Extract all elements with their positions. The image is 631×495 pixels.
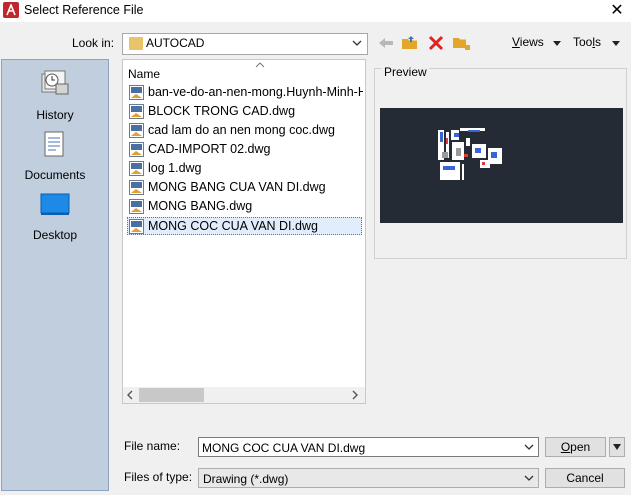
lookin-value: AUTOCAD [146,36,205,50]
place-history[interactable]: History [2,68,108,124]
file-row[interactable]: BLOCK TRONG CAD.dwg [128,103,363,121]
column-name-label: Name [128,67,161,81]
filename-value: MONG COC CUA VAN DI.dwg [202,441,366,455]
dwg-file-icon [129,161,144,176]
cancel-button[interactable]: Cancel [545,468,625,488]
file-name: MONG BANG CUA VAN DI.dwg [148,180,326,194]
chevron-down-icon [351,36,363,53]
history-icon [41,70,69,95]
open-button[interactable]: Open [545,437,606,457]
scroll-left-icon[interactable] [126,389,134,404]
filetype-dropdown[interactable]: Drawing (*.dwg) [198,468,539,488]
folder-up-icon [402,36,417,49]
file-name: MONG COC CUA VAN DI.dwg [148,219,318,233]
scrollbar-thumb[interactable] [139,388,204,402]
file-row[interactable]: log 1.dwg [128,160,363,178]
filename-input[interactable]: MONG COC CUA VAN DI.dwg [198,437,539,457]
window-title: Select Reference File [24,3,144,17]
open-label: pen [570,440,591,454]
scroll-right-icon[interactable] [351,389,359,404]
views-accel: V [512,35,520,49]
views-menu-button[interactable]: Views [512,35,544,49]
file-row[interactable]: MONG BANG CUA VAN DI.dwg [128,179,363,197]
open-options-button[interactable] [609,437,625,457]
file-row[interactable]: MONG COC CUA VAN DI.dwg [127,217,362,235]
desktop-icon [40,193,70,215]
new-folder-icon [453,38,470,50]
open-accel: O [560,440,571,454]
delete-icon [428,35,444,51]
lookin-label: Look in: [72,36,115,50]
place-documents[interactable]: Documents [2,130,108,186]
tools-label-post: s [595,35,602,49]
dwg-file-icon [129,180,144,195]
file-row[interactable]: CAD-IMPORT 02.dwg [128,141,363,159]
lookin-dropdown[interactable]: AUTOCAD [122,33,368,55]
dwg-file-icon [129,142,144,157]
file-name: log 1.dwg [148,161,202,175]
tools-label-pre: Too [573,35,593,49]
place-documents-label: Documents [24,168,86,182]
preview-label: Preview [382,65,429,79]
file-list[interactable]: Name ban-ve-do-an-nen-mong.Huynh-Minh-Hi… [122,59,366,404]
tools-menu-button[interactable]: Tools [573,35,601,49]
dropdown-arrow-icon [613,444,621,450]
dwg-file-icon [129,104,144,119]
chevron-down-icon [523,471,535,488]
file-name: BLOCK TRONG CAD.dwg [148,104,296,118]
file-row[interactable]: ban-ve-do-an-nen-mong.Huynh-Minh-Hieu.dw… [128,84,363,102]
place-history-label: History [36,108,74,122]
file-row[interactable]: MONG BANG.dwg [128,198,363,216]
documents-icon [44,131,64,157]
close-button[interactable]: ✕ [603,0,631,22]
create-folder-button[interactable] [451,33,471,53]
file-row[interactable]: cad lam do an nen mong coc.dwg [128,122,363,140]
dwg-file-icon [129,123,144,138]
dwg-file-icon [129,199,144,214]
back-arrow-icon [379,38,393,48]
back-button[interactable] [376,33,396,53]
dwg-file-icon [129,219,144,234]
autocad-app-icon [3,2,19,18]
file-name: CAD-IMPORT 02.dwg [148,142,271,156]
up-folder-button[interactable] [400,33,420,53]
drawing-preview-image [380,108,623,223]
sort-ascending-icon [255,58,265,72]
delete-button[interactable] [426,33,446,53]
folder-icon [129,37,143,50]
chevron-down-icon[interactable] [523,440,535,457]
file-name: MONG BANG.dwg [148,199,253,213]
place-desktop[interactable]: Desktop [2,192,108,248]
filename-label: File name: [124,439,181,453]
views-label: iews [519,35,544,49]
dwg-file-icon [129,85,144,100]
views-dropdown-icon[interactable] [552,37,562,51]
horizontal-scrollbar[interactable] [123,387,365,403]
column-header-name[interactable]: Name [128,67,160,81]
places-bar: History Documents Desktop [1,59,109,491]
tools-dropdown-icon[interactable] [611,37,621,51]
file-name: cad lam do an nen mong coc.dwg [148,123,335,137]
place-desktop-label: Desktop [32,228,78,242]
filetype-label: Files of type: [124,470,193,484]
close-icon: ✕ [610,2,624,19]
filetype-value: Drawing (*.dwg) [203,472,289,486]
file-name: ban-ve-do-an-nen-mong.Huynh-Minh-Hieu.dw… [148,85,363,99]
